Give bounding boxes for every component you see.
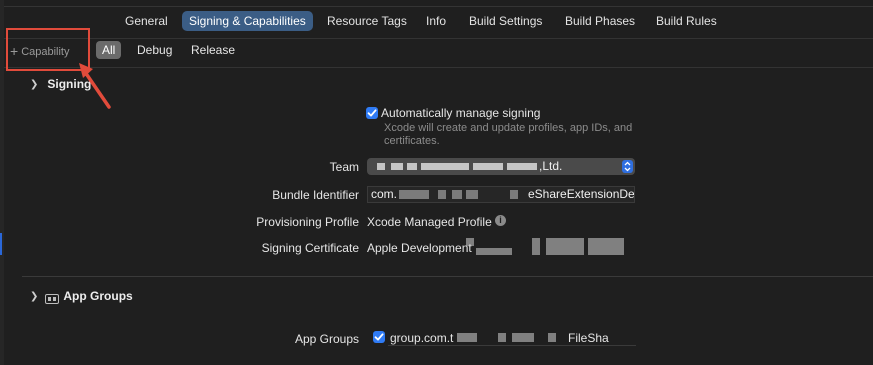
tab-build-settings[interactable]: Build Settings xyxy=(469,11,542,31)
redaction xyxy=(377,163,385,170)
chevron-down-icon: ❯ xyxy=(30,291,39,302)
section-divider xyxy=(22,276,873,277)
auto-manage-signing-label: Automatically manage signing xyxy=(381,106,541,120)
filter-bar xyxy=(4,38,873,68)
team-value: ,Ltd. xyxy=(539,159,563,173)
redaction xyxy=(466,190,478,199)
app-group-row-divider xyxy=(388,345,636,346)
popup-stepper-icon xyxy=(622,160,633,173)
app-group-value-suffix: FileSha xyxy=(568,331,609,345)
bundle-identifier-suffix: eShareExtensionDev xyxy=(528,187,635,201)
redaction xyxy=(548,333,556,342)
bundle-identifier-prefix: com. xyxy=(371,187,398,201)
redaction xyxy=(512,333,534,342)
provisioning-profile-value: Xcode Managed Profile xyxy=(367,215,492,229)
auto-manage-signing-help: Xcode will create and update profiles, a… xyxy=(384,122,633,147)
redaction xyxy=(498,333,506,342)
selection-indicator xyxy=(0,233,2,255)
team-popup[interactable]: ,Ltd. xyxy=(367,158,635,175)
filter-release[interactable]: Release xyxy=(191,41,235,59)
redaction xyxy=(473,163,503,170)
tab-resource-tags[interactable]: Resource Tags xyxy=(327,11,407,31)
redaction xyxy=(507,163,537,170)
annotation-arrow-icon xyxy=(79,63,111,109)
app-group-checkbox[interactable] xyxy=(373,331,385,343)
redaction xyxy=(510,190,518,199)
app-groups-label: App Groups xyxy=(294,332,359,346)
checkmark-icon xyxy=(374,333,384,341)
bundle-identifier-field[interactable]: com. eShareExtensionDev xyxy=(367,186,635,203)
tab-info[interactable]: Info xyxy=(426,11,446,31)
redaction xyxy=(546,238,584,255)
checkmark-icon xyxy=(367,109,377,117)
redaction xyxy=(466,238,474,246)
xcode-target-editor: General Signing & Capabilities Resource … xyxy=(0,0,873,365)
filter-all[interactable]: All xyxy=(96,41,122,59)
redaction xyxy=(476,248,512,255)
tab-general[interactable]: General xyxy=(125,11,168,31)
redaction xyxy=(532,238,540,255)
app-groups-title: App Groups xyxy=(63,289,133,303)
redaction xyxy=(438,190,446,199)
filter-debug[interactable]: Debug xyxy=(137,41,172,59)
provisioning-profile-label: Provisioning Profile xyxy=(256,215,359,229)
redaction xyxy=(391,163,403,170)
app-group-value-prefix: group.com.t xyxy=(390,331,454,345)
tab-build-rules[interactable]: Build Rules xyxy=(656,11,717,31)
chevron-down-icon: ❯ xyxy=(30,79,39,90)
team-label: Team xyxy=(329,160,359,174)
top-divider xyxy=(4,6,873,7)
redaction xyxy=(407,163,417,170)
redaction xyxy=(588,238,624,255)
app-groups-icon xyxy=(45,291,59,304)
info-icon[interactable]: i xyxy=(495,215,506,226)
redaction xyxy=(421,163,469,170)
redaction xyxy=(399,190,429,199)
auto-manage-signing-checkbox[interactable] xyxy=(366,107,378,119)
tab-signing-capabilities[interactable]: Signing & Capabilities xyxy=(182,11,313,31)
tab-build-phases[interactable]: Build Phases xyxy=(565,11,635,31)
redaction xyxy=(452,190,462,199)
bundle-identifier-label: Bundle Identifier xyxy=(272,188,359,202)
signing-certificate-label: Signing Certificate xyxy=(261,241,359,255)
signing-certificate-value: Apple Development xyxy=(367,241,472,255)
redaction xyxy=(457,333,477,342)
